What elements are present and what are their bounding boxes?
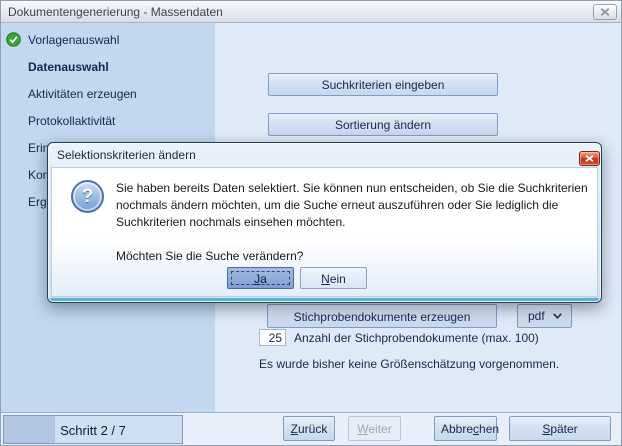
sample-count-input[interactable] [259, 329, 286, 346]
sample-documents-button[interactable]: Stichprobendokumente erzeugen [267, 304, 497, 328]
sidebar-step-protokollaktivitaet[interactable]: Protokollaktivität [1, 113, 215, 131]
step-progress-bar: Schritt 2 / 7 [3, 415, 183, 444]
dialog-message-line: nochmals ändern möchten, um die Suche er… [116, 197, 588, 214]
sidebar-step-aktivitaeten-erzeugen[interactable]: Aktivitäten erzeugen [1, 86, 215, 104]
search-criteria-button[interactable]: Suchkriterien eingeben [268, 73, 498, 96]
size-estimate-note: Es wurde bisher keine Größenschätzung vo… [259, 357, 559, 371]
check-icon [6, 32, 21, 47]
question-icon: ? [71, 180, 104, 213]
back-button[interactable]: Zurück [283, 416, 335, 441]
sidebar-step-datenauswahl[interactable]: Datenauswahl [1, 59, 215, 77]
close-icon [585, 155, 594, 162]
dialog-message: Sie haben bereits Daten selektiert. Sie … [116, 180, 588, 231]
window-close-button[interactable] [593, 4, 617, 20]
chevron-down-icon [553, 313, 562, 319]
yes-button[interactable]: Ja [227, 267, 294, 289]
title-bar: Dokumentengenerierung - Massendaten [1, 1, 621, 23]
close-icon [600, 8, 610, 16]
sidebar-step-vorlagenauswahl[interactable]: Vorlagenauswahl [1, 32, 215, 50]
sort-change-button[interactable]: Sortierung ändern [268, 113, 498, 136]
window-title: Dokumentengenerierung - Massendaten [8, 5, 223, 19]
dialog-question: Möchten Sie die Suche verändern? [116, 249, 303, 263]
no-button[interactable]: Nein [300, 267, 367, 289]
document-generation-window: Dokumentengenerierung - Massendaten Vorl… [0, 0, 622, 446]
dialog-title-bar: Selektionskriterien ändern [48, 143, 601, 167]
dialog-message-line: Suchkriterien nochmals einsehen möchten. [116, 214, 588, 231]
dialog-body: ? Sie haben bereits Daten selektiert. Si… [51, 167, 598, 297]
sample-count-label: Anzahl der Stichprobendokumente (max. 10… [294, 331, 539, 345]
continue-later-button[interactable]: Später fortsetzen [509, 416, 611, 441]
step-label: Datenauswahl [28, 60, 109, 74]
dialog-title: Selektionskriterien ändern [57, 148, 196, 162]
format-select[interactable]: pdf [517, 304, 572, 328]
dialog-message-line: Sie haben bereits Daten selektiert. Sie … [116, 180, 588, 197]
step-label: Vorlagenauswahl [28, 33, 119, 47]
format-select-value: pdf [528, 305, 545, 327]
footer-bar: Schritt 2 / 7 Zurück Weiter Abbrechen Sp… [1, 412, 622, 446]
step-label: Aktivitäten erzeugen [28, 87, 137, 101]
next-button[interactable]: Weiter [348, 416, 401, 441]
selection-criteria-dialog: Selektionskriterien ändern ? Sie haben b… [47, 142, 602, 303]
step-label: Protokollaktivität [28, 114, 115, 128]
dialog-close-button[interactable] [579, 151, 600, 166]
cancel-button[interactable]: Abbrechen [434, 416, 497, 441]
progress-label: Schritt 2 / 7 [4, 423, 182, 438]
